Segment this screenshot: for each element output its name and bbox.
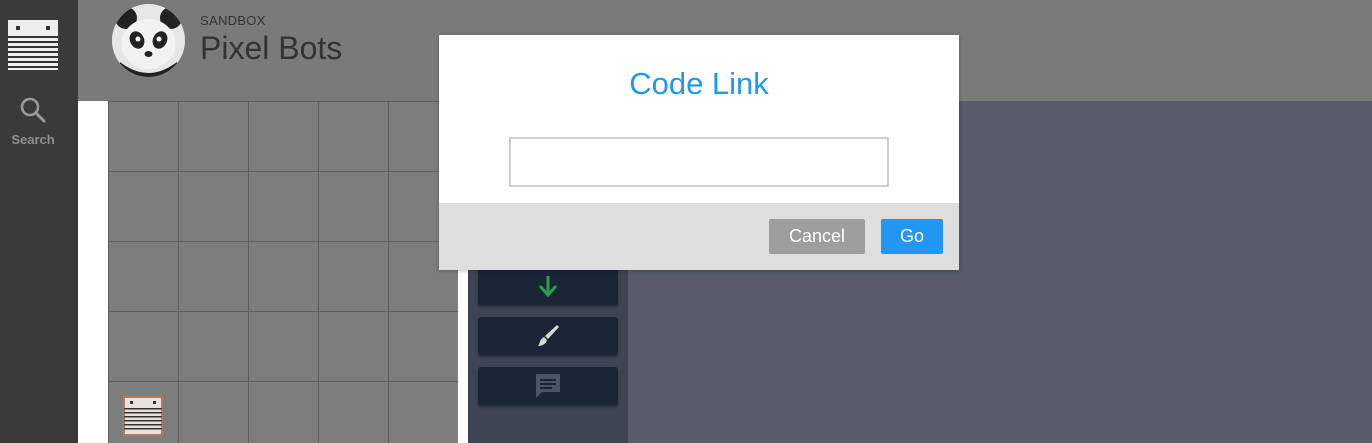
move-down-tool-button[interactable]: [478, 267, 618, 305]
page-title: Pixel Bots: [200, 30, 343, 66]
go-button[interactable]: Go: [881, 219, 943, 254]
grid-cell: [388, 311, 458, 381]
code-link-dialog: Code Link Cancel Go: [439, 35, 959, 270]
bot-grid-area: [108, 101, 458, 443]
panda-avatar[interactable]: [112, 4, 185, 77]
grid-cell: [248, 381, 318, 443]
comment-icon: [536, 374, 560, 398]
grid-cell: [318, 311, 388, 381]
grid-cell: [248, 101, 318, 171]
down-arrow-icon: [538, 276, 558, 298]
pixelbots-logo-icon[interactable]: [8, 20, 58, 70]
grid-cell: [318, 241, 388, 311]
paintbrush-icon: [538, 325, 559, 346]
dialog-footer: Cancel Go: [439, 203, 959, 270]
panda-icon: [112, 4, 185, 77]
grid-cell: [178, 381, 248, 443]
left-nav: Search: [0, 0, 78, 443]
paint-tool-button[interactable]: [478, 317, 618, 355]
grid-cell: [108, 381, 178, 443]
bot-grid: [108, 101, 458, 443]
grid-cell: [248, 311, 318, 381]
grid-cell: [178, 311, 248, 381]
grid-cell: [178, 241, 248, 311]
cancel-button[interactable]: Cancel: [769, 219, 865, 254]
nav-search-label: Search: [11, 132, 55, 147]
nav-search-item[interactable]: Search: [0, 96, 66, 147]
grid-cell: [178, 101, 248, 171]
dialog-title: Code Link: [629, 66, 769, 101]
grid-cell: [108, 171, 178, 241]
grid-cell: [388, 381, 458, 443]
grid-cell: [248, 241, 318, 311]
comment-tool-button[interactable]: [478, 367, 618, 405]
grid-cell: [318, 101, 388, 171]
bot-icon: [123, 396, 163, 436]
grid-cell: [108, 311, 178, 381]
grid-cell: [318, 381, 388, 443]
grid-cell: [248, 171, 318, 241]
grid-cell: [108, 101, 178, 171]
grid-cell: [318, 171, 388, 241]
search-icon: [20, 97, 46, 123]
section-label: SANDBOX: [200, 13, 266, 28]
grid-cell: [108, 241, 178, 311]
grid-cell: [178, 171, 248, 241]
code-link-input[interactable]: [509, 137, 889, 187]
